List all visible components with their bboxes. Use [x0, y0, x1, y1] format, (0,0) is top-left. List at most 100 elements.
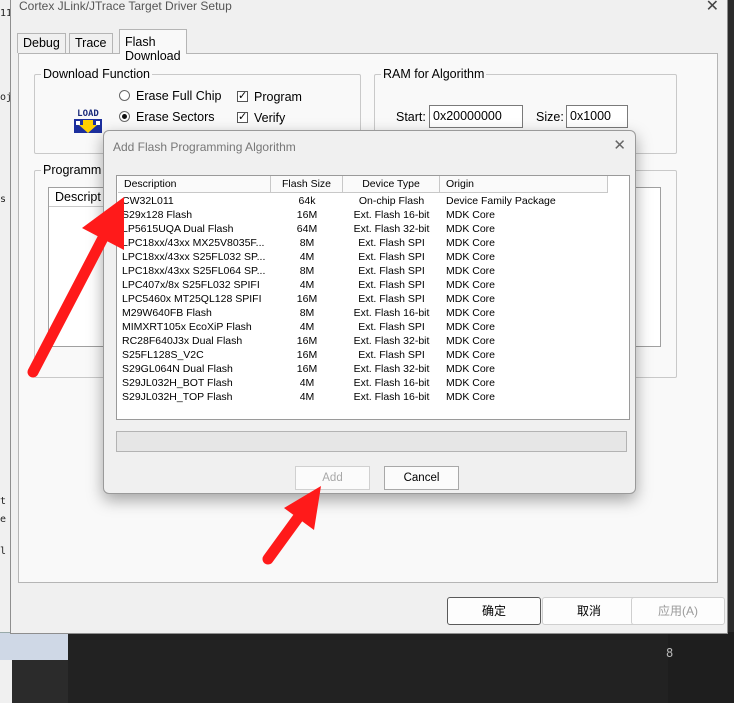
cell-size: 8M — [299, 265, 315, 277]
start-label: Start: — [396, 110, 426, 124]
add-flash-algorithm-dialog: Add Flash Programming Algorithm ✕ Descri… — [103, 130, 636, 494]
list-item[interactable]: S29GL064N Dual Flash 16M Ext. Flash 32-bit… — [118, 362, 628, 376]
start-address-input[interactable]: 0x20000000 — [429, 105, 523, 128]
list-item[interactable]: LPC18xx/43xx S25FL032 SP... 4M Ext. Flash … — [118, 250, 628, 264]
cell-size: 4M — [299, 391, 315, 403]
cell-desc: LPC407x/8x S25FL032 SPIFI — [122, 279, 260, 291]
cell-size: 16M — [296, 335, 318, 347]
cell-origin: MDK Core — [446, 349, 496, 361]
list-item[interactable]: LP5615UQA Dual Flash 64M Ext. Flash 32-bit… — [118, 222, 628, 236]
column-header-device-type[interactable]: Device Type — [343, 176, 440, 193]
progress-bar — [116, 431, 627, 452]
cell-type: Ext. Flash 16-bit — [353, 209, 430, 221]
cell-desc: RC28F640J3x Dual Flash — [122, 335, 243, 347]
cell-type: Ext. Flash 16-bit — [353, 377, 430, 389]
close-icon[interactable]: ✕ — [706, 0, 719, 16]
size-input[interactable]: 0x1000 — [566, 105, 628, 128]
close-icon[interactable]: ✕ — [613, 136, 626, 154]
cancel-button[interactable]: Cancel — [384, 466, 459, 490]
column-header-origin[interactable]: Origin — [440, 176, 608, 193]
cell-origin: MDK Core — [446, 377, 496, 389]
cell-type: Ext. Flash 32-bit — [353, 223, 430, 235]
program-checkbox[interactable]: Program — [237, 89, 302, 104]
checkbox-label: Program — [254, 90, 302, 104]
cell-type: Ext. Flash 32-bit — [353, 363, 430, 375]
radio-indicator — [119, 111, 130, 122]
cell-type: Ext. Flash SPI — [358, 321, 425, 333]
erase-sectors-radio[interactable]: Erase Sectors — [119, 110, 215, 124]
background-fragment: t — [0, 496, 7, 507]
background-panel — [0, 632, 68, 660]
radio-label: Erase Full Chip — [136, 89, 222, 103]
cell-desc: LPC5460x MT25QL128 SPIFI — [122, 293, 262, 305]
cell-size: 8M — [299, 237, 315, 249]
cancel-main-button[interactable]: 取消 — [542, 597, 636, 625]
add-button[interactable]: Add — [295, 466, 370, 490]
cell-size: 64M — [296, 223, 318, 235]
list-item[interactable]: S29JL032H_BOT Flash 4M Ext. Flash 16-bit MD… — [118, 376, 628, 390]
cell-origin: MDK Core — [446, 279, 496, 291]
window-title: Cortex JLink/JTrace Target Driver Setup — [19, 0, 232, 13]
cell-size: 64k — [298, 195, 316, 207]
cell-origin: MDK Core — [446, 307, 496, 319]
cell-origin: MDK Core — [446, 335, 496, 347]
dialog-title: Add Flash Programming Algorithm — [113, 140, 296, 154]
list-item[interactable]: LPC407x/8x S25FL032 SPIFI 4M Ext. Flash SP… — [118, 278, 628, 292]
cell-size: 8M — [299, 307, 315, 319]
background-editor-area — [68, 634, 668, 703]
cell-desc: LPC18xx/43xx MX25V8035F... — [122, 237, 265, 249]
group-title: Programm — [41, 163, 104, 177]
list-item[interactable]: S25FL128S_V2C 16M Ext. Flash SPI MDK Core — [118, 348, 628, 362]
list-item[interactable]: S29x128 Flash 16M Ext. Flash 16-bit MDK Cor… — [118, 208, 628, 222]
checkbox-indicator — [237, 110, 248, 123]
load-icon-text: LOAD — [77, 109, 99, 119]
cell-desc: MIMXRT105x EcoXiP Flash — [122, 321, 252, 333]
cell-desc: LPC18xx/43xx S25FL064 SP... — [122, 265, 266, 277]
list-item[interactable]: M29W640FB Flash 8M Ext. Flash 16-bit MDK Co… — [118, 306, 628, 320]
ok-button[interactable]: 确定 — [447, 597, 541, 625]
verify-checkbox[interactable]: Verify — [237, 110, 285, 125]
list-item[interactable]: RC28F640J3x Dual Flash 16M Ext. Flash 32-b… — [118, 334, 628, 348]
cell-origin: MDK Core — [446, 321, 496, 333]
cell-type: Ext. Flash SPI — [358, 237, 425, 249]
tab-debug[interactable]: Debug — [17, 33, 66, 53]
algorithm-list[interactable]: Description Flash Size Device Type Origi… — [116, 175, 630, 420]
cell-origin: MDK Core — [446, 209, 496, 221]
cell-desc: S25FL128S_V2C — [122, 349, 204, 361]
cell-size: 4M — [299, 251, 315, 263]
background-editor-area — [668, 632, 734, 703]
group-title: Download Function — [41, 67, 153, 81]
tab-trace[interactable]: Trace — [69, 33, 113, 53]
list-item[interactable]: LPC18xx/43xx S25FL064 SP... 8M Ext. Flash … — [118, 264, 628, 278]
group-title: RAM for Algorithm — [381, 67, 487, 81]
erase-full-chip-radio[interactable]: Erase Full Chip — [119, 89, 221, 103]
list-item[interactable]: CW32L011 64k On-chip Flash Device Family Pa… — [118, 194, 628, 208]
cell-origin: MDK Core — [446, 293, 496, 305]
cell-desc: LP5615UQA Dual Flash — [122, 223, 234, 235]
cell-type: Ext. Flash SPI — [358, 293, 425, 305]
cell-size: 16M — [296, 209, 318, 221]
cell-origin: MDK Core — [446, 391, 496, 403]
cell-size: 16M — [296, 363, 318, 375]
list-header: Description Flash Size Device Type Origi… — [118, 176, 611, 193]
list-item[interactable]: LPC5460x MT25QL128 SPIFI 16M Ext. Flash SP… — [118, 292, 628, 306]
apply-button[interactable]: 应用(A) — [631, 597, 725, 625]
cell-desc: M29W640FB Flash — [122, 307, 212, 319]
column-header-flash-size[interactable]: Flash Size — [271, 176, 343, 193]
cell-origin: MDK Core — [446, 223, 496, 235]
cell-type: Ext. Flash SPI — [358, 265, 425, 277]
cell-type: Ext. Flash 16-bit — [353, 391, 430, 403]
column-header-description[interactable]: Description — [118, 176, 271, 193]
cell-size: 4M — [299, 321, 315, 333]
cell-size: 4M — [299, 377, 315, 389]
cell-desc: S29JL032H_BOT Flash — [122, 377, 233, 389]
cell-type: Ext. Flash SPI — [358, 251, 425, 263]
cell-type: Ext. Flash 32-bit — [353, 335, 430, 347]
cell-type: Ext. Flash SPI — [358, 349, 425, 361]
list-item[interactable]: S29JL032H_TOP Flash 4M Ext. Flash 16-bit MD… — [118, 390, 628, 404]
list-item[interactable]: MIMXRT105x EcoXiP Flash 4M Ext. Flash SPI M… — [118, 320, 628, 334]
tab-flash-download[interactable]: Flash Download — [119, 29, 187, 63]
list-item[interactable]: LPC18xx/43xx MX25V8035F... 8M Ext. Flash S… — [118, 236, 628, 250]
cell-size: 4M — [299, 279, 315, 291]
cell-desc: LPC18xx/43xx S25FL032 SP... — [122, 251, 266, 263]
